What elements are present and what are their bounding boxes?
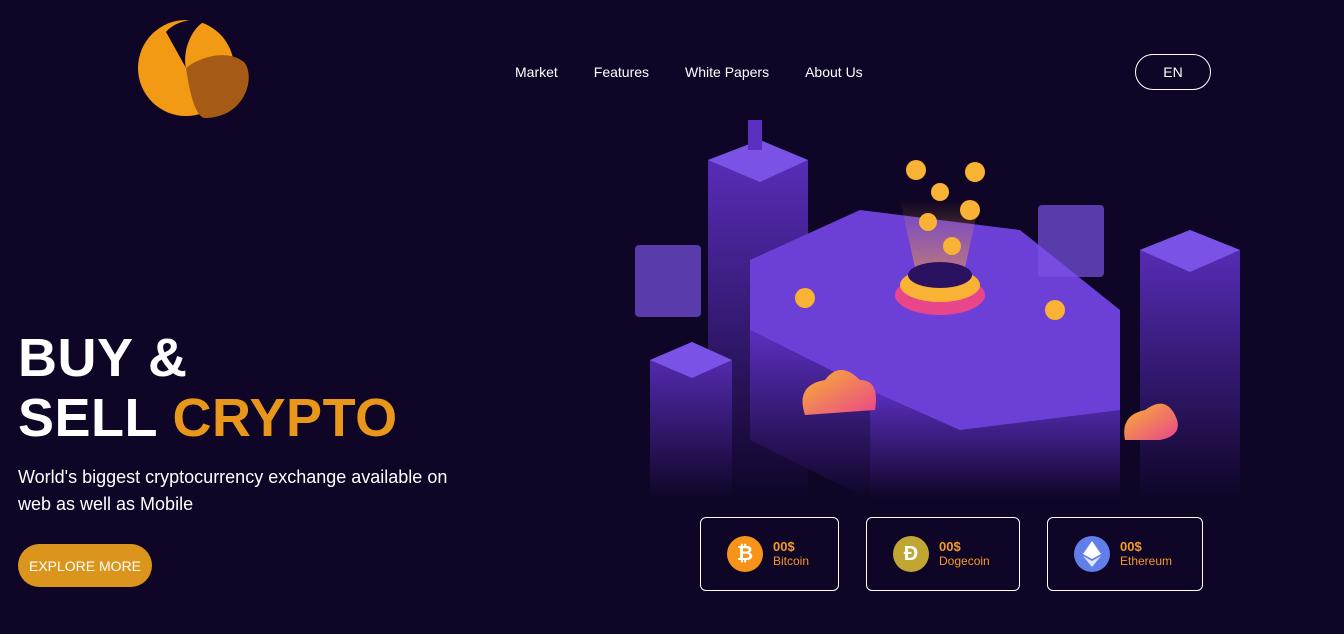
main-nav: Market Features White Papers About Us [515, 64, 863, 80]
hero-title-line2: SELL [18, 388, 173, 448]
coin-name: Ethereum [1120, 554, 1173, 568]
coin-name: Dogecoin [939, 554, 990, 568]
bitcoin-icon: ₿ [727, 536, 763, 572]
hero-title-accent: CRYPTO [172, 388, 398, 448]
coin-price: 00$ [1120, 539, 1142, 554]
hero-title: BUY & SELL CRYPTO [18, 328, 398, 448]
coin-price: 00$ [939, 539, 961, 554]
nav-market[interactable]: Market [515, 64, 558, 80]
coin-name: Bitcoin [773, 554, 810, 568]
ethereum-icon [1074, 536, 1110, 572]
coin-card-ethereum[interactable]: 00$ Ethereum [1047, 517, 1203, 591]
nav-about-us[interactable]: About Us [805, 64, 863, 80]
coin-info: 00$ Bitcoin [773, 539, 809, 569]
nav-white-papers[interactable]: White Papers [685, 64, 769, 80]
coin-info: 00$ Ethereum [1120, 539, 1172, 569]
crypto-city-illustration [635, 120, 1240, 500]
nav-features[interactable]: Features [594, 64, 649, 80]
coin-price: 00$ [773, 539, 795, 554]
language-button[interactable]: EN [1135, 54, 1211, 90]
coin-card-dogecoin[interactable]: Ð 00$ Dogecoin [866, 517, 1020, 591]
hero-title-line1: BUY & [18, 328, 188, 388]
coin-info: 00$ Dogecoin [939, 539, 990, 569]
hero-subtitle: World's biggest cryptocurrency exchange … [18, 467, 448, 514]
coin-card-bitcoin[interactable]: ₿ 00$ Bitcoin [700, 517, 839, 591]
crescent-logo-icon[interactable] [136, 18, 250, 118]
dogecoin-icon: Ð [893, 536, 929, 572]
explore-more-button[interactable]: EXPLORE MORE [18, 544, 152, 587]
